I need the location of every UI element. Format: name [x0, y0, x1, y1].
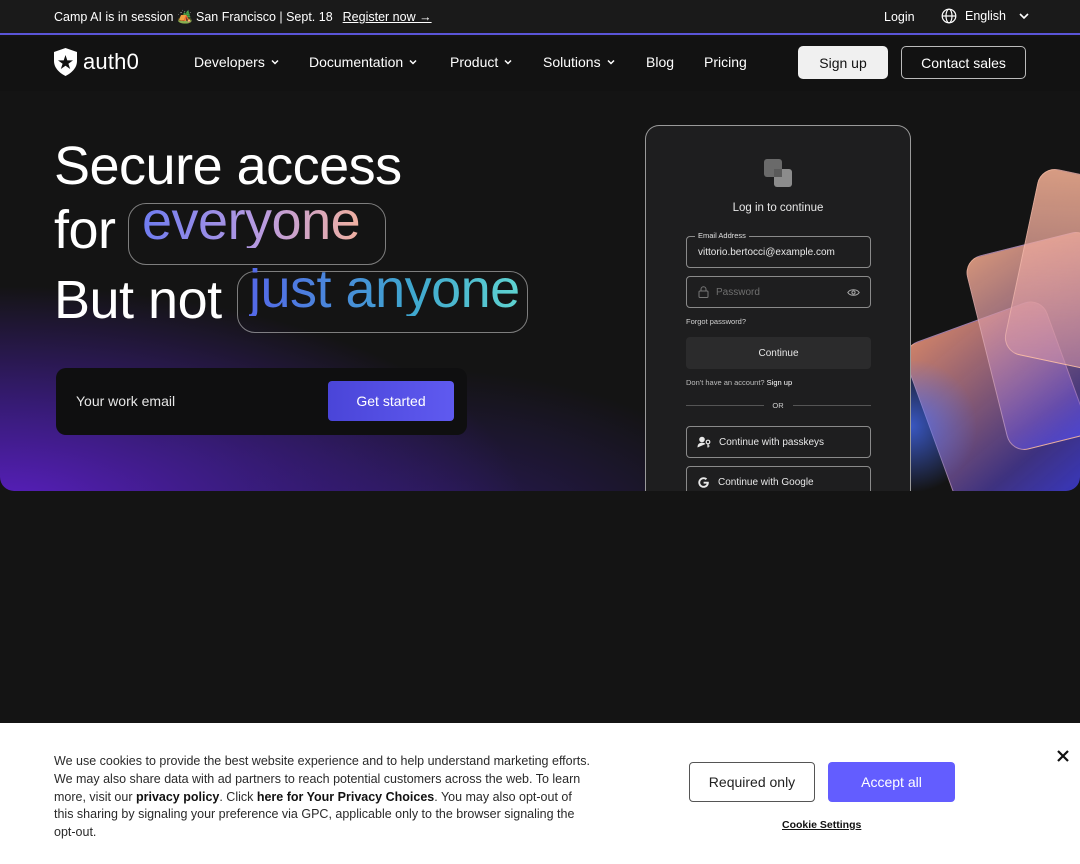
auth-logo-icon: [764, 159, 792, 187]
chevron-down-icon: [271, 59, 279, 65]
nav-pricing[interactable]: Pricing: [704, 54, 747, 70]
get-started-button[interactable]: Get started: [328, 381, 454, 421]
cookie-banner: We use cookies to provide the best websi…: [0, 723, 1080, 864]
headline-line-3: But not: [54, 273, 222, 327]
nav-developers-label: Developers: [194, 54, 265, 70]
nav-solutions-label: Solutions: [543, 54, 601, 70]
privacy-choices-link[interactable]: here for Your Privacy Choices: [257, 790, 434, 804]
google-label: Continue with Google: [718, 476, 814, 488]
language-label: English: [965, 9, 1006, 23]
no-account-label: Don't have an account?: [686, 378, 765, 387]
signup-form: Get started: [56, 368, 467, 435]
nav-product-label: Product: [450, 54, 499, 70]
chevron-down-icon: [1019, 13, 1029, 20]
cookie-settings-link[interactable]: Cookie Settings: [782, 819, 861, 831]
google-icon: [698, 476, 709, 488]
announcement-bar: Camp AI is in session 🏕️ San Francisco |…: [0, 0, 1080, 35]
google-button[interactable]: Continue with Google: [686, 466, 871, 491]
cookie-text-2: . Click: [219, 789, 257, 804]
mock-signup-link[interactable]: Sign up: [767, 378, 792, 387]
nav-documentation-label: Documentation: [309, 54, 404, 70]
shield-logo-icon: [54, 48, 77, 76]
privacy-policy-link[interactable]: privacy policy: [136, 790, 219, 804]
headline-but-not: But not: [54, 270, 222, 330]
passkeys-button[interactable]: Continue with passkeys: [686, 426, 871, 458]
headline-line-1: Secure access: [54, 136, 402, 196]
mock-email-field[interactable]: Email Address vittorio.bertocci@example.…: [686, 231, 871, 268]
mock-password-placeholder: Password: [716, 287, 760, 298]
mock-email-label: Email Address: [695, 231, 749, 240]
close-icon[interactable]: [1055, 748, 1071, 764]
divider-line: [793, 405, 871, 406]
main-nav: auth0 Developers Documentation Product S…: [0, 37, 1080, 91]
login-title: Log in to continue: [732, 202, 824, 214]
signup-button[interactable]: Sign up: [798, 46, 888, 79]
mock-password-field[interactable]: Password: [686, 276, 871, 308]
headline-line-2: for: [54, 203, 116, 257]
no-account-text: Don't have an account? Sign up: [686, 378, 792, 387]
announcement-text: Camp AI is in session 🏕️ San Francisco |…: [54, 10, 333, 24]
nav-pricing-label: Pricing: [704, 54, 747, 70]
cookie-text: We use cookies to provide the best websi…: [54, 753, 594, 842]
nav-solutions[interactable]: Solutions: [543, 54, 616, 70]
hero-section: Secure access for everyone But not just …: [0, 91, 1080, 491]
eye-icon[interactable]: [847, 288, 860, 297]
lock-icon: [698, 286, 709, 298]
nav-blog-label: Blog: [646, 54, 675, 70]
register-link[interactable]: Register now →: [343, 10, 432, 24]
headline-for: for: [54, 200, 116, 260]
chevron-down-icon: [607, 59, 615, 65]
forgot-password-link[interactable]: Forgot password?: [686, 317, 746, 326]
nav-blog[interactable]: Blog: [646, 54, 674, 70]
contact-sales-button[interactable]: Contact sales: [901, 46, 1026, 79]
login-mockup: Log in to continue Email Address vittori…: [645, 125, 911, 491]
chevron-down-icon: [409, 59, 417, 65]
passkey-icon: [697, 436, 711, 448]
page: Camp AI is in session 🏕️ San Francisco |…: [0, 0, 1080, 864]
headline-everyone: everyone: [142, 191, 361, 251]
chevron-down-icon: [504, 59, 512, 65]
passkeys-label: Continue with passkeys: [719, 436, 825, 448]
required-only-button[interactable]: Required only: [689, 762, 815, 802]
nav-product[interactable]: Product: [450, 54, 513, 70]
announcement: Camp AI is in session 🏕️ San Francisco |…: [54, 10, 432, 25]
auth0-logo[interactable]: auth0: [54, 48, 139, 76]
nav-developers[interactable]: Developers: [194, 54, 280, 70]
nav-documentation[interactable]: Documentation: [309, 54, 418, 70]
logo-wordmark: auth0: [83, 49, 140, 74]
accept-all-button[interactable]: Accept all: [828, 762, 955, 802]
headline-just-anyone: just anyone: [249, 259, 520, 319]
mock-email-value: vittorio.bertocci@example.com: [698, 247, 835, 258]
globe-icon: [941, 8, 957, 24]
mock-continue-button[interactable]: Continue: [686, 337, 871, 369]
login-link[interactable]: Login: [884, 10, 915, 24]
language-selector[interactable]: English: [941, 8, 1030, 24]
work-email-input[interactable]: [76, 388, 316, 414]
